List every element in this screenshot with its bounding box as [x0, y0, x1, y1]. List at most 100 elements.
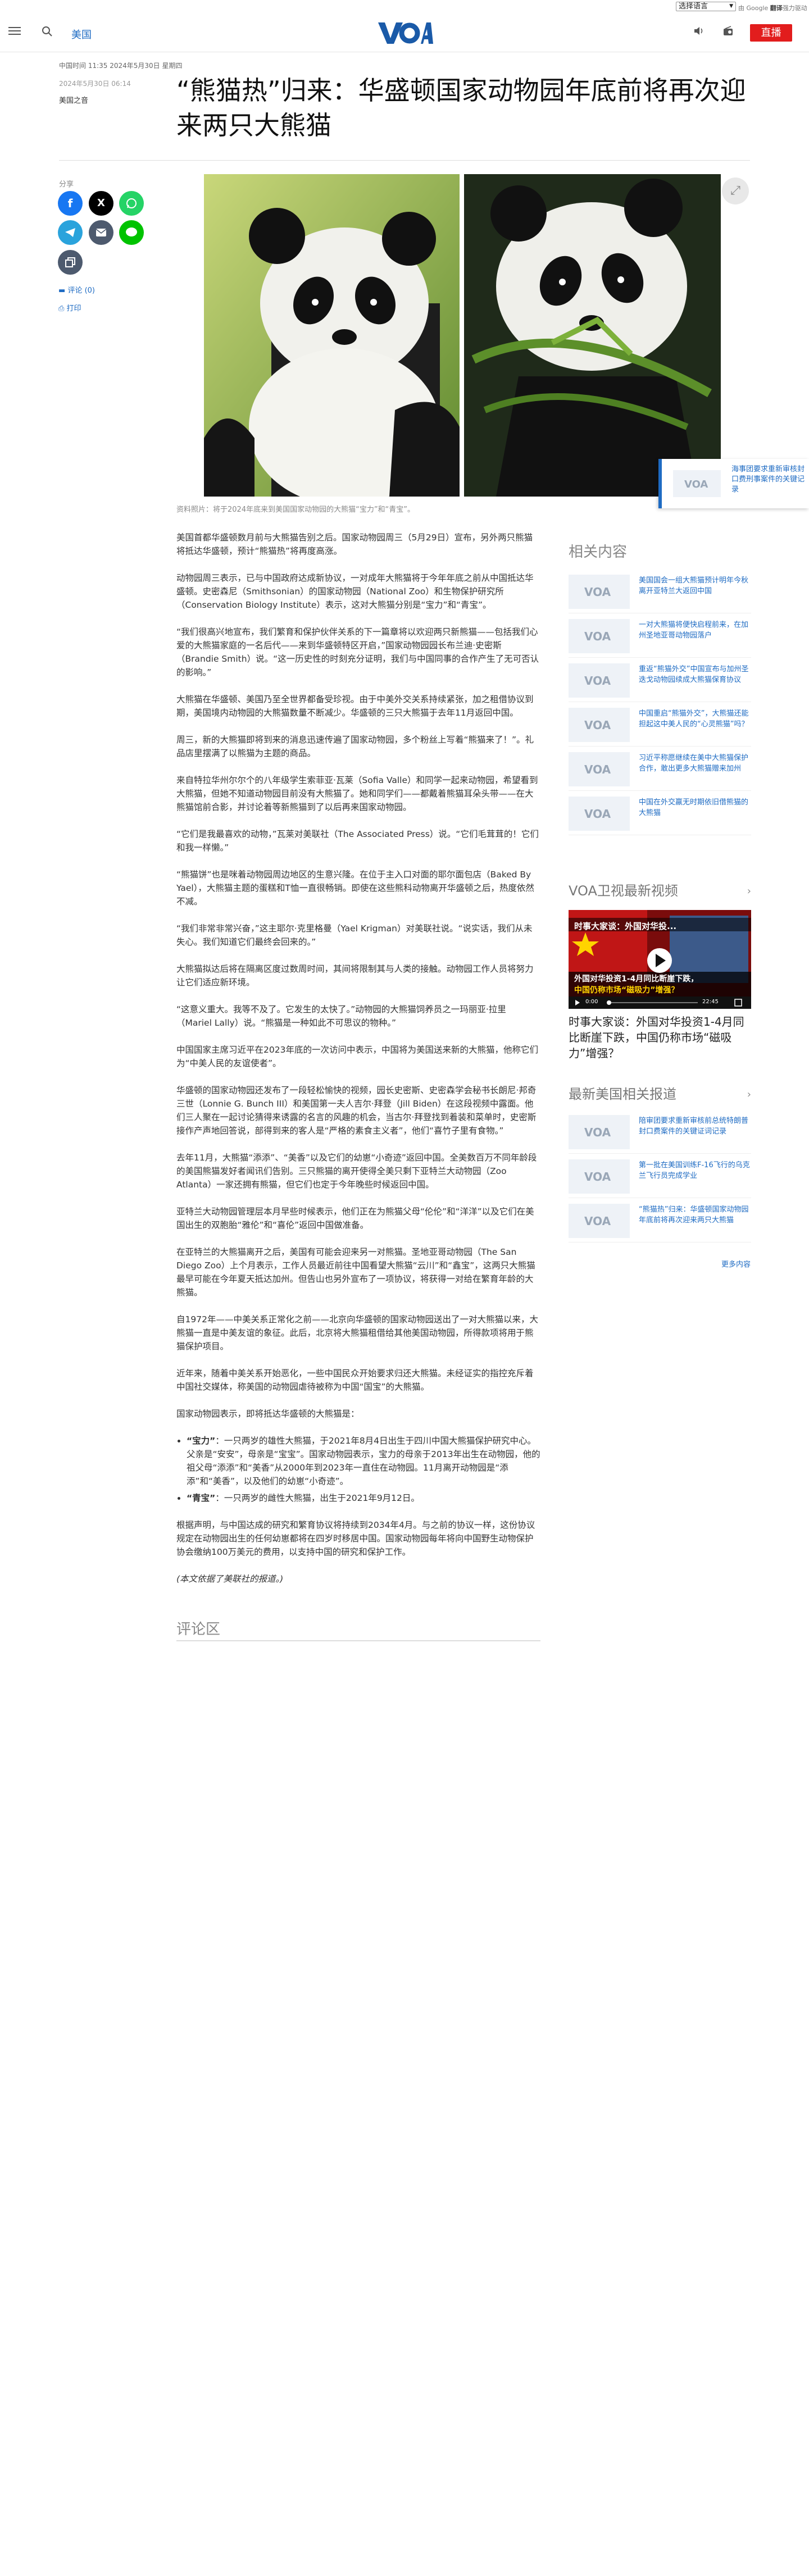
- powered-by-translate[interactable]: 由 Google 翻译强力驱动: [738, 3, 807, 12]
- list-item: “宝力”：一只两岁的雄性大熊猫，于2021年8月4日出生于四川中国大熊猫保护研究…: [187, 1434, 540, 1488]
- list-item-title: “熊猫热”归来：华盛顿国家动物园年底前将再次迎来两只大熊猫: [639, 1205, 749, 1225]
- expand-icon[interactable]: ⤢: [722, 178, 749, 204]
- print-icon: ⎙: [58, 304, 65, 313]
- video-overlay-title: 时事大家谈：外国对华投...: [574, 921, 677, 931]
- paragraph: 华盛顿的国家动物园还发布了一段轻松愉快的视频，园长史密斯、史密森学会秘书长朗尼·…: [176, 1085, 537, 1136]
- photo-caption: 资料照片：将于2024年底来到美国国家动物园的大熊猫“宝力”和“青宝”。: [176, 506, 415, 514]
- list-item[interactable]: VOA 第一批在美国训练F-16飞行的乌克兰飞行员完成学业: [569, 1154, 751, 1198]
- promo-text: 海事团要求重新审核封口费刑事案件的关键记录: [731, 465, 805, 494]
- language-select-value: 选择语言: [679, 2, 708, 11]
- list-item-title: 第一批在美国训练F-16飞行的乌克兰飞行员完成学业: [639, 1161, 750, 1180]
- menu-icon[interactable]: [8, 26, 21, 39]
- panda-list: “宝力”：一只两岁的雄性大熊猫，于2021年8月4日出生于四川中国大熊猫保护研究…: [187, 1434, 540, 1505]
- line-icon: [126, 227, 137, 236]
- facebook-icon: f: [67, 197, 73, 210]
- panda-photo: [204, 174, 721, 506]
- paragraph: 来自特拉华州尔尔个的八年级学生索菲亚·瓦莱（Sofia Valle）和同学一起来…: [176, 775, 538, 812]
- paragraph: “它们是我最喜欢的动物，”瓦莱对美联社（The Associated Press…: [176, 829, 539, 853]
- byline[interactable]: 美国之音: [59, 94, 88, 105]
- tv-heading[interactable]: VOA卫视最新视频: [569, 880, 751, 899]
- copy-link-button[interactable]: [58, 250, 83, 275]
- svg-text:VOA: VOA: [684, 479, 708, 490]
- paragraph: 中国国家主席习近平在2023年底的一次访问中表示，中国将为美国送来新的大熊猫，他…: [176, 1045, 538, 1068]
- email-share-button[interactable]: [89, 220, 113, 245]
- paragraph: 根据声明，与中国达成的研究和繁育协议将持续到2034年4月。与之前的协议一样，这…: [176, 1520, 535, 1557]
- list-item[interactable]: VOA 陪审团要求重新审核前总统特朗普封口费案件的关键证词记录: [569, 1109, 751, 1154]
- list-item: “青宝”：一只两岁的雌性大熊猫，出生于2021年9月12日。: [187, 1491, 540, 1505]
- voa-logo-thumb: VOA: [569, 663, 630, 698]
- latest-us: 最新美国相关报道 › VOA 陪审团要求重新审核前总统特朗普封口费案件的关键证词记…: [569, 1083, 751, 1243]
- voa-logo-thumb: VOA: [569, 1159, 630, 1194]
- list-item[interactable]: VOA 重返“熊猫外交”中国宣布与加州圣迭戈动物园续成大熊猫保育协议: [569, 658, 751, 702]
- site-header: 美国 直播: [0, 13, 809, 52]
- video-total-time: 22:45: [702, 999, 719, 1005]
- article-photo[interactable]: [204, 174, 721, 506]
- list-item[interactable]: VOA 一对大熊猫将便快启程前来，在加州圣地亚哥动物园落户: [569, 613, 751, 658]
- list-item[interactable]: VOA 中国在外交羸无时期依旧借熊猫的大熊猫: [569, 791, 751, 835]
- powered-prefix: 由 Google: [738, 4, 769, 12]
- svg-text:VOA: VOA: [584, 807, 611, 821]
- telegram-share-button[interactable]: [58, 220, 83, 245]
- paragraph: “熊猫饼”也是咪着动物园周边地区的生意兴隆。在位于主入口对面的耶尔面包店（Bak…: [176, 870, 534, 907]
- telegram-icon: [65, 228, 75, 237]
- list-item[interactable]: VOA 中国重启“熊猫外交”，大熊猫还能担起这中美人民的“心灵熊猫”吗？: [569, 702, 751, 747]
- radio-icon[interactable]: [721, 26, 735, 39]
- list-item[interactable]: VOA “熊猫热”归来：华盛顿国家动物园年底前将再次迎来两只大熊猫: [569, 1198, 751, 1243]
- paragraph: “这意义重大。我等不及了。它发生的太快了。”动物园的大熊猫饲养员之一玛丽亚·拉里…: [176, 1004, 506, 1028]
- comments-link[interactable]: ▬ 评论 (0): [58, 284, 95, 295]
- volume-icon[interactable]: [692, 26, 706, 39]
- paragraph: 大熊猫在华盛顿、美国乃至全世界都备受珍视。由于中美外交关系持续紧张，加之租借协议…: [176, 694, 534, 718]
- list-item-title: 陪审团要求重新审核前总统特朗普封口费案件的关键证词记录: [639, 1117, 749, 1136]
- publish-date: 2024年5月30日 06:14: [59, 80, 131, 88]
- paragraph: 国家动物园表示，即将抵达华盛顿的大熊猫是：: [176, 1409, 360, 1419]
- related-heading: 相关内容: [569, 544, 628, 561]
- print-link[interactable]: ⎙ 打印: [58, 302, 81, 313]
- language-select[interactable]: 选择语言 ▼: [676, 2, 736, 11]
- list-item[interactable]: VOA 美国国会一组大熊猫预计明年今秋离开亚特兰大返回中国: [569, 569, 751, 613]
- email-icon: [96, 229, 107, 236]
- latest-heading[interactable]: 最新美国相关报道: [569, 1083, 751, 1103]
- share-label: 分享: [59, 180, 74, 189]
- paragraph: “我们很高兴地宣布，我们繁育和保护伙伴关系的下一篇章将以欢迎两只新熊猫——包括我…: [176, 627, 539, 677]
- more-link[interactable]: 更多内容: [721, 1258, 751, 1269]
- paragraph: 动物园周三表示，已与中国政府达成新协议，一对成年大熊猫将于今年年底之前从中国抵达…: [176, 573, 534, 610]
- list-item-title: 美国国会一组大熊猫预计明年今秋离开亚特兰大返回中国: [639, 576, 749, 595]
- voa-logo-thumb: VOA: [569, 1115, 630, 1149]
- svg-text:VOA: VOA: [584, 718, 611, 732]
- voa-logo[interactable]: [376, 19, 433, 46]
- x-icon: X: [97, 197, 105, 209]
- section-link-us[interactable]: 美国: [71, 27, 92, 42]
- comment-icon: ▬: [58, 286, 66, 295]
- comments-heading: 评论区: [176, 1621, 221, 1638]
- live-button[interactable]: 直播: [750, 24, 792, 42]
- panda-name: “宝力”: [187, 1436, 216, 1446]
- facebook-share-button[interactable]: f: [58, 191, 83, 216]
- whatsapp-share-button[interactable]: [119, 191, 144, 216]
- paragraph: 亚特兰大动物园管理层本月早些时候表示，他们正在为熊猫父母“伦伦”和“洋洋”以及它…: [176, 1207, 534, 1230]
- paragraph: 周三，新的大熊猫即将到来的消息迅速传遍了国家动物园，多个粉丝上写着“熊猫来了！”…: [176, 735, 534, 758]
- voa-logo-thumb: VOA: [569, 797, 630, 831]
- chevron-right-icon[interactable]: ›: [747, 1089, 751, 1100]
- chevron-down-icon: ▼: [729, 3, 733, 9]
- x-share-button[interactable]: X: [89, 191, 113, 216]
- list-item-title: 重返“熊猫外交”中国宣布与加州圣迭戈动物园续成大熊猫保育协议: [639, 665, 749, 684]
- divider: [59, 160, 750, 161]
- chevron-right-icon[interactable]: ›: [747, 885, 751, 897]
- list-item-title: 一对大熊猫将便快启程前来，在加州圣地亚哥动物园落户: [639, 621, 749, 640]
- print-label: 打印: [66, 304, 81, 313]
- list-item-title: 习近平称愿继续在美中大熊猫保护合作，敢出更多大熊猫赠来加州: [639, 754, 749, 773]
- copy-icon: [65, 257, 75, 267]
- dateline: 中国时间 11:35 2024年5月30日 星期四: [59, 62, 183, 70]
- divider: [176, 1640, 540, 1641]
- video-title[interactable]: 时事大家谈：外国对华投资1-4月同比断崖下跌，中国仍称市场“磁吸力”增强？: [569, 1014, 751, 1061]
- comments-label: 评论 (0): [67, 286, 95, 295]
- list-item[interactable]: VOA 习近平称愿继续在美中大熊猫保护合作，敢出更多大熊猫赠来加州: [569, 747, 751, 791]
- panda-description: ：一只两岁的雄性大熊猫，于2021年8月4日出生于四川中国大熊猫保护研究中心。父…: [187, 1436, 540, 1486]
- promo-card[interactable]: VOA 海事团要求重新审核封口费刑事案件的关键记录: [658, 459, 809, 508]
- search-icon[interactable]: [40, 26, 54, 39]
- svg-text:VOA: VOA: [584, 1214, 611, 1228]
- video-player[interactable]: 时事大家谈：外国对华投... 外国对华投资1-4月同比断崖下跌， 中国仍称市场“…: [569, 910, 751, 1009]
- line-share-button[interactable]: [119, 220, 144, 245]
- article-body: 美国首都华盛顿数月前与大熊猫告别之后。国家动物园周三（5月29日）宣布，另外两只…: [176, 531, 540, 1599]
- svg-text:VOA: VOA: [584, 674, 611, 688]
